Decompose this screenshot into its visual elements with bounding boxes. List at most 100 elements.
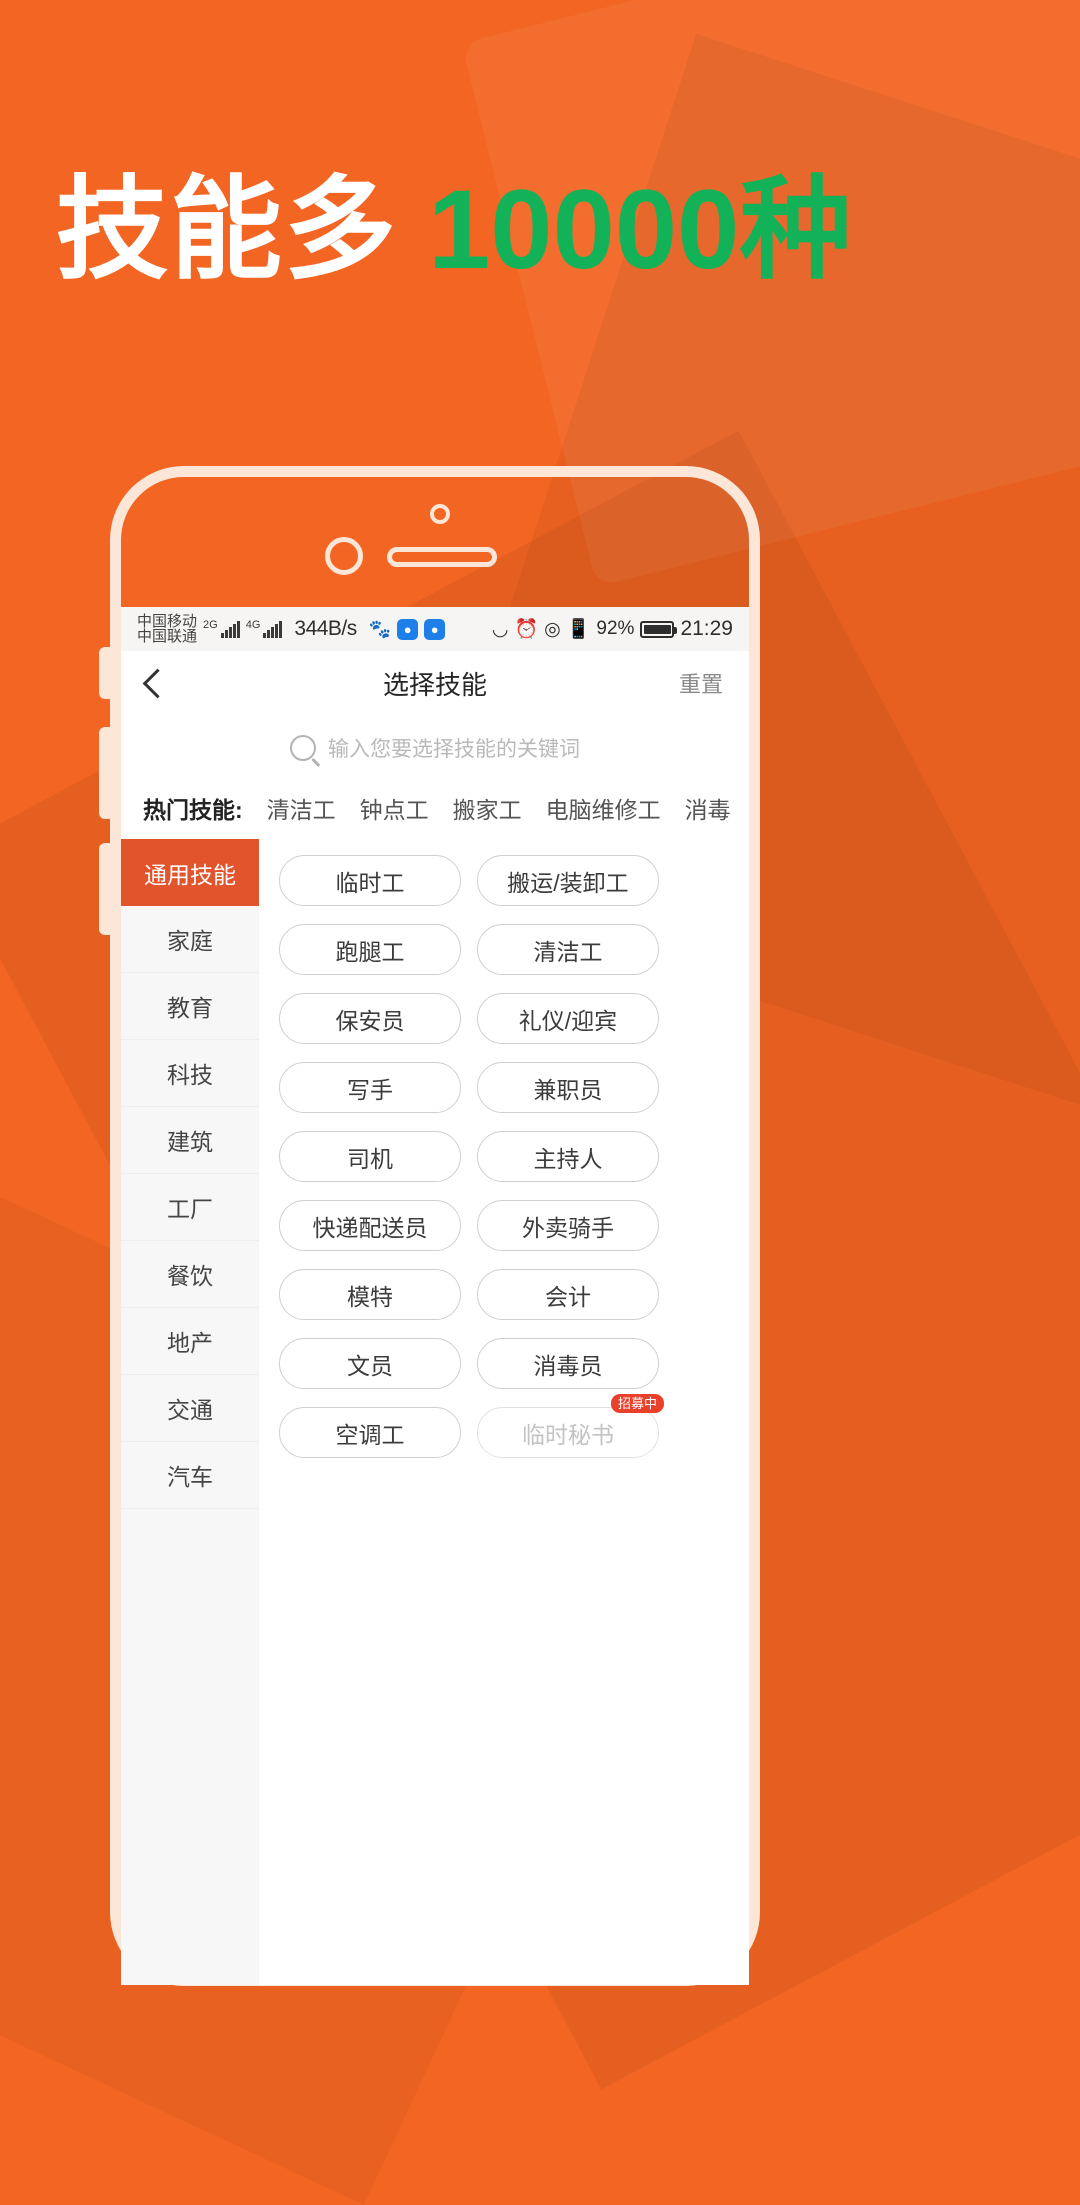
hot-skills-label: 热门技能: (143, 797, 243, 823)
sidebar-item-label: 工厂 (167, 1196, 213, 1222)
earpiece-speaker (387, 547, 497, 567)
sidebar-item-label: 家庭 (167, 928, 213, 954)
sidebar-item-factory[interactable]: 工厂 (121, 1174, 259, 1241)
skill-chip[interactable]: 快递配送员 (279, 1200, 461, 1251)
skill-chip-label: 外卖骑手 (522, 1214, 614, 1241)
sidebar-item-construction[interactable]: 建筑 (121, 1107, 259, 1174)
carrier-names: 中国移动 中国联通 (137, 612, 198, 645)
signal-group-1: 2G (203, 620, 240, 638)
carrier-primary: 中国移动 (137, 612, 198, 630)
sidebar-item-label: 通用技能 (144, 861, 236, 888)
skill-chip-label: 会计 (545, 1283, 591, 1310)
skill-chip-label: 保安员 (335, 1007, 405, 1034)
skill-chip-label: 搬运/装卸工 (507, 869, 629, 896)
status-badge: 招募中 (610, 1394, 664, 1413)
hot-skill-item[interactable]: 搬家工 (453, 791, 522, 825)
skill-chip-label: 司机 (347, 1145, 393, 1172)
skill-chip[interactable]: 搬运/装卸工 (477, 855, 659, 906)
sensor-icon (325, 537, 363, 575)
sidebar-item-education[interactable]: 教育 (121, 973, 259, 1040)
phone-mute-button (99, 647, 110, 699)
vibrate-icon: 📱 (566, 619, 591, 640)
sidebar-item-technology[interactable]: 科技 (121, 1040, 259, 1107)
headphone-icon: ◡ (491, 618, 509, 640)
skill-chip-label: 兼职员 (533, 1076, 603, 1103)
skill-chip[interactable]: 主持人 (477, 1131, 659, 1182)
skill-chip[interactable]: 临时工 (279, 855, 461, 906)
clock-text: 21:29 (680, 617, 733, 640)
skills-content: 通用技能 家庭 教育 科技 建筑 工厂 餐饮 地产 交通 汽车 临时工 搬运/装… (121, 839, 749, 1985)
headline-white-text: 技能多 (56, 167, 398, 292)
battery-percent-text: 92% (596, 618, 635, 639)
signal-group-2: 4G (246, 620, 283, 638)
skill-chip-label: 快递配送员 (312, 1214, 428, 1241)
skill-chip-label: 临时秘书 (522, 1421, 614, 1448)
alarm-icon: ⏰ (514, 619, 539, 640)
headline-green-text: 10000种 (428, 167, 852, 292)
skill-chip[interactable]: 兼职员 (477, 1062, 659, 1113)
category-sidebar[interactable]: 通用技能 家庭 教育 科技 建筑 工厂 餐饮 地产 交通 汽车 (121, 839, 259, 1985)
skill-chip[interactable]: 模特 (279, 1269, 461, 1320)
status-bar-right: ◡ ⏰ ◎ 📱 92% 21:29 (492, 617, 733, 641)
sidebar-item-family[interactable]: 家庭 (121, 906, 259, 973)
skill-chip[interactable]: 司机 (279, 1131, 461, 1182)
network-speed-text: 344B/s (294, 617, 357, 640)
sidebar-item-label: 地产 (167, 1330, 213, 1356)
sidebar-item-label: 餐饮 (167, 1263, 213, 1289)
location-icon: ◎ (544, 618, 561, 640)
skill-chip[interactable]: 空调工 (279, 1407, 461, 1458)
sidebar-item-realestate[interactable]: 地产 (121, 1308, 259, 1375)
skill-chip[interactable]: 跑腿工 (279, 924, 461, 975)
network-tag-4g: 4G (245, 619, 261, 631)
page-title: 选择技能 (382, 669, 487, 700)
reset-button[interactable]: 重置 (679, 667, 723, 699)
sidebar-item-label: 建筑 (167, 1129, 213, 1155)
chevron-left-icon[interactable] (142, 668, 173, 698)
app-notification-icon: 🐾 (368, 618, 392, 639)
hot-skill-item[interactable]: 消毒 (685, 791, 731, 825)
sidebar-item-transport[interactable]: 交通 (121, 1375, 259, 1442)
sidebar-item-general[interactable]: 通用技能 (121, 839, 259, 906)
hot-skill-item[interactable]: 电脑维修工 (546, 791, 661, 825)
hot-skills-row: 热门技能: 清洁工 钟点工 搬家工 电脑维修工 消毒 (121, 781, 749, 839)
skill-chip[interactable]: 临时秘书 招募中 (477, 1394, 664, 1458)
shield-icon: ● (397, 618, 419, 640)
skill-chip[interactable]: 外卖骑手 (477, 1200, 659, 1251)
hot-skill-item[interactable]: 钟点工 (360, 791, 429, 825)
sidebar-item-label: 汽车 (167, 1464, 213, 1490)
skill-chip-label: 模特 (347, 1283, 393, 1310)
skill-chip[interactable]: 消毒员 (477, 1338, 659, 1389)
skill-chip-label: 文员 (347, 1352, 393, 1379)
skill-chip-label: 礼仪/迎宾 (518, 1007, 618, 1034)
search-input[interactable]: 输入您要选择技能的关键词 (328, 733, 580, 763)
phone-volume-down-button (99, 843, 110, 935)
skill-chip-label: 临时工 (335, 869, 405, 896)
battery-icon (640, 620, 678, 638)
skill-chip-label: 消毒员 (533, 1352, 603, 1379)
skill-chip[interactable]: 保安员 (279, 993, 461, 1044)
sidebar-item-label: 科技 (167, 1062, 213, 1088)
sidebar-item-automobile[interactable]: 汽车 (121, 1442, 259, 1509)
status-bar: 中国移动 中国联通 2G 4G 344B/s 🐾 ● ● ◡ ⏰ ◎ 📱 92%… (121, 607, 749, 651)
skill-chip-label: 跑腿工 (335, 938, 405, 965)
lamp-icon: ● (424, 618, 446, 640)
skill-chip[interactable]: 写手 (279, 1062, 461, 1113)
hot-skill-item[interactable]: 清洁工 (267, 791, 336, 825)
sidebar-item-label: 教育 (167, 995, 213, 1021)
skill-chip-label: 主持人 (533, 1145, 603, 1172)
poster-headline: 技能多 10000种 (56, 168, 851, 291)
signal-bars-icon-2 (263, 620, 283, 638)
front-camera-icon (430, 504, 450, 524)
skill-chip[interactable]: 礼仪/迎宾 (477, 993, 659, 1044)
skill-chip[interactable]: 文员 (279, 1338, 461, 1389)
sidebar-item-catering[interactable]: 餐饮 (121, 1241, 259, 1308)
skill-chip-label: 空调工 (335, 1421, 405, 1448)
skill-chip[interactable]: 清洁工 (477, 924, 659, 975)
network-tag-2g: 2G (203, 619, 218, 631)
search-bar[interactable]: 输入您要选择技能的关键词 (121, 715, 749, 781)
skill-chip-label: 写手 (347, 1076, 393, 1103)
carrier-secondary: 中国联通 (137, 628, 198, 645)
phone-mockup: 中国移动 中国联通 2G 4G 344B/s 🐾 ● ● ◡ ⏰ ◎ 📱 92%… (99, 466, 760, 1986)
skill-chip-grid: 临时工 搬运/装卸工 跑腿工 清洁工 保安员 礼仪/迎宾 写手 兼职员 司机 主… (279, 855, 729, 1458)
skill-chip[interactable]: 会计 (477, 1269, 659, 1320)
